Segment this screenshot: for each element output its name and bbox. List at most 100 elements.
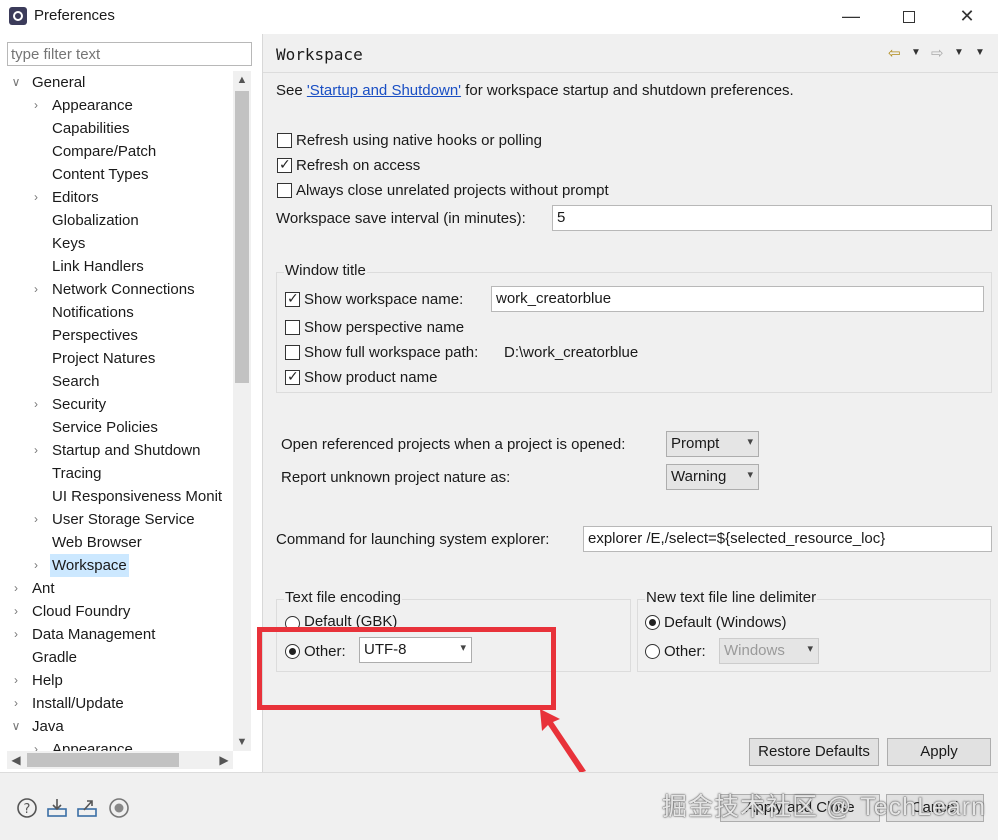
back-dropdown-icon[interactable]: ▼: [911, 47, 921, 65]
import-icon[interactable]: [46, 797, 68, 819]
scroll-right-icon[interactable]: ▶: [215, 751, 233, 769]
chevron-down-icon: ▾: [747, 469, 753, 481]
help-icon[interactable]: ?: [16, 797, 38, 819]
scroll-down-icon[interactable]: ▼: [233, 733, 251, 751]
refresh-native-label: Refresh using native hooks or polling: [296, 132, 542, 149]
delimiter-value: Windows: [724, 642, 785, 659]
scroll-thumb[interactable]: [235, 91, 249, 383]
scroll-thumb-horizontal[interactable]: [27, 753, 179, 767]
chevron-right-icon[interactable]: ›: [30, 278, 42, 301]
report-nature-select[interactable]: Warning ▾: [666, 464, 759, 490]
chevron-right-icon[interactable]: ›: [30, 738, 42, 751]
show-product-name-label: Show product name: [304, 369, 438, 386]
chevron-right-icon[interactable]: ›: [30, 94, 42, 117]
tree-item-label: Project Natures: [52, 350, 156, 367]
refresh-access-checkbox[interactable]: [277, 156, 292, 173]
startup-shutdown-link[interactable]: 'Startup and Shutdown': [307, 82, 461, 99]
explorer-command-input[interactable]: explorer /E,/select=${selected_resource_…: [583, 526, 992, 552]
tree-item-label: Globalization: [52, 212, 139, 229]
restore-defaults-button[interactable]: Restore Defaults: [749, 738, 879, 766]
refresh-access-label: Refresh on access: [296, 157, 421, 174]
back-arrow-icon[interactable]: ⇦: [888, 44, 901, 62]
intro-prefix: See: [276, 82, 307, 99]
tree-item-label: Capabilities: [52, 120, 130, 137]
forward-dropdown-icon[interactable]: ▼: [954, 47, 964, 65]
save-interval-label: Workspace save interval (in minutes):: [276, 210, 526, 227]
show-workspace-name-label: Show workspace name:: [304, 291, 464, 308]
save-interval-input[interactable]: 5: [552, 205, 992, 231]
chevron-right-icon[interactable]: ›: [30, 508, 42, 531]
record-icon[interactable]: [108, 797, 130, 819]
chevron-right-icon[interactable]: ›: [30, 439, 42, 462]
chevron-right-icon[interactable]: ›: [10, 600, 22, 623]
workspace-name-input[interactable]: work_creatorblue: [491, 286, 984, 312]
open-referenced-select[interactable]: Prompt ▾: [666, 431, 759, 457]
delimiter-default-radio[interactable]: [645, 615, 660, 630]
line-delimiter-group-label: New text file line delimiter: [645, 589, 818, 606]
title-bar: Preferences — ✕: [0, 0, 998, 34]
minimize-button[interactable]: —: [822, 0, 880, 32]
chevron-right-icon[interactable]: ›: [30, 186, 42, 209]
tree-item-label: Tracing: [52, 465, 102, 482]
tree-item-label: Gradle: [32, 649, 78, 666]
chevron-right-icon[interactable]: ›: [30, 393, 42, 416]
tree-item-label: Web Browser: [52, 534, 142, 551]
chevron-down-icon[interactable]: ∨: [10, 715, 22, 738]
full-path-value: D:\work_creatorblue: [504, 344, 639, 361]
apply-button[interactable]: Apply: [887, 738, 991, 766]
window-title: Preferences: [34, 7, 115, 24]
tree-item-label: Security: [52, 396, 107, 413]
open-referenced-value: Prompt: [671, 435, 720, 452]
show-perspective-checkbox[interactable]: [285, 320, 300, 335]
tree-horizontal-scrollbar[interactable]: ◀ ▶: [7, 751, 233, 769]
text-encoding-group-label: Text file encoding: [284, 589, 402, 606]
chevron-right-icon[interactable]: ›: [10, 669, 22, 692]
tree-item-label: Appearance: [52, 97, 133, 114]
watermark-text: 掘金技术社区 @ TechLearn: [662, 793, 987, 821]
delimiter-default-label: Default (Windows): [664, 614, 787, 631]
delimiter-other-radio[interactable]: [645, 644, 660, 659]
filter-input[interactable]: [7, 42, 252, 66]
chevron-down-icon: ▾: [807, 643, 813, 655]
scroll-left-icon[interactable]: ◀: [7, 751, 25, 769]
tree-item-label: Data Management: [32, 626, 156, 643]
chevron-right-icon[interactable]: ›: [10, 692, 22, 715]
always-close-checkbox[interactable]: [277, 183, 292, 198]
tree-item-label: Service Policies: [52, 419, 158, 436]
chevron-down-icon: ▾: [747, 436, 753, 448]
tree-item-label: Workspace: [50, 554, 129, 577]
tree-item-label: General: [32, 74, 86, 91]
tree-item-label: Search: [52, 373, 100, 390]
forward-arrow-icon[interactable]: ⇨: [931, 44, 944, 62]
view-menu-icon[interactable]: ▼: [975, 47, 985, 65]
tree-item-label: Install/Update: [32, 695, 124, 712]
maximize-button[interactable]: [880, 0, 938, 32]
eclipse-app-icon: [9, 7, 27, 25]
tree-item-label: Ant: [32, 580, 55, 597]
page-title: Workspace: [276, 45, 363, 64]
explorer-command-label: Command for launching system explorer:: [276, 531, 550, 548]
tree-item-label: UI Responsiveness Monit: [52, 488, 223, 505]
show-full-path-checkbox[interactable]: [285, 345, 300, 360]
tree-item-label: Link Handlers: [52, 258, 144, 275]
chevron-right-icon[interactable]: ›: [10, 577, 22, 600]
tree-item-label: Java: [32, 718, 64, 735]
close-button[interactable]: ✕: [938, 0, 996, 32]
refresh-native-checkbox[interactable]: [277, 133, 292, 148]
chevron-down-icon[interactable]: ∨: [10, 71, 22, 94]
maximize-icon: [903, 11, 915, 24]
tree-item-label: Startup and Shutdown: [52, 442, 201, 459]
show-full-path-label: Show full workspace path:: [304, 344, 479, 361]
show-product-name-checkbox[interactable]: [285, 368, 300, 385]
tree-item-label: Content Types: [52, 166, 149, 183]
export-icon[interactable]: [76, 797, 98, 819]
chevron-right-icon[interactable]: ›: [10, 623, 22, 646]
tree-item-label: Notifications: [52, 304, 134, 321]
chevron-right-icon[interactable]: ›: [30, 554, 42, 577]
show-workspace-name-checkbox[interactable]: [285, 290, 300, 307]
delimiter-other-label: Other:: [664, 643, 706, 660]
delimiter-select: Windows ▾: [719, 638, 819, 664]
show-perspective-label: Show perspective name: [304, 319, 465, 336]
scroll-up-icon[interactable]: ▲: [233, 71, 251, 89]
tree-vertical-scrollbar[interactable]: ▲ ▼: [233, 71, 251, 751]
